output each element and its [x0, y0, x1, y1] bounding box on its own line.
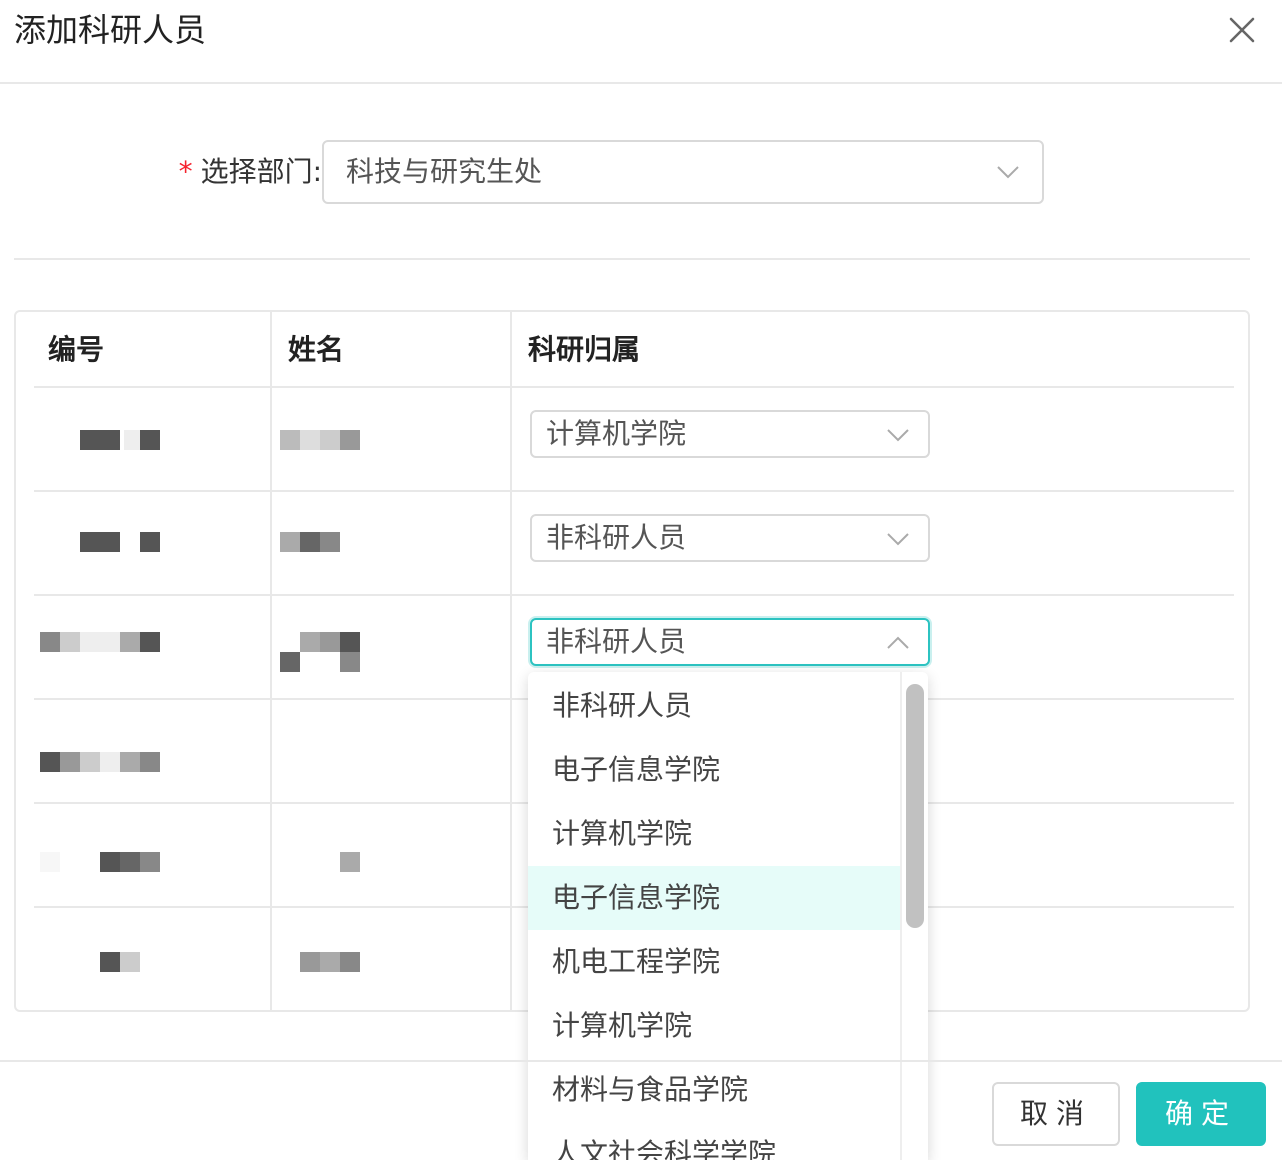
dialog-title: 添加科研人员 [14, 11, 207, 49]
close-icon[interactable] [1224, 12, 1260, 48]
row-divider [34, 386, 1234, 388]
affiliation-select-open[interactable]: 非科研人员 [530, 618, 930, 666]
affiliation-select[interactable]: 非科研人员 [530, 514, 930, 562]
dropdown-option-highlighted[interactable]: 电子信息学院 [528, 866, 900, 930]
dropdown-option[interactable]: 电子信息学院 [528, 738, 900, 802]
dept-label-text: 选择部门: [200, 155, 322, 188]
dept-select-value: 科技与研究生处 [346, 155, 543, 188]
dropdown-option[interactable]: 机电工程学院 [528, 930, 900, 994]
chevron-down-icon [887, 429, 909, 442]
footer-divider [0, 1060, 1282, 1062]
dept-label: * 选择部门: [179, 140, 322, 204]
header-affiliation: 科研归属 [528, 333, 641, 366]
chevron-up-icon [887, 636, 909, 649]
dropdown-option[interactable]: 材料与食品学院 [528, 1058, 900, 1122]
affiliation-select-value: 非科研人员 [546, 625, 687, 658]
dept-form-row: * 选择部门: 科技与研究生处 [0, 140, 1282, 204]
confirm-button[interactable]: 确定 [1136, 1082, 1266, 1146]
cancel-button[interactable]: 取消 [992, 1082, 1120, 1146]
row-divider [34, 490, 1234, 492]
header-id: 编号 [48, 333, 105, 366]
required-mark: * [178, 155, 193, 188]
dialog-header: 添加科研人员 [0, 0, 1282, 84]
affiliation-select[interactable]: 计算机学院 [530, 410, 930, 458]
dropdown-option[interactable]: 计算机学院 [528, 994, 900, 1058]
chevron-down-icon [887, 533, 909, 546]
affiliation-select-value: 非科研人员 [546, 521, 687, 554]
header-name: 姓名 [288, 333, 345, 366]
chevron-down-icon [997, 166, 1019, 179]
dropdown-option[interactable]: 计算机学院 [528, 802, 900, 866]
dropdown-scroll-track [900, 672, 902, 1160]
dropdown-scrollbar[interactable] [906, 684, 924, 928]
affiliation-dropdown: 非科研人员 电子信息学院 计算机学院 电子信息学院 机电工程学院 计算机学院 材… [528, 672, 928, 1160]
dept-select[interactable]: 科技与研究生处 [322, 140, 1044, 204]
section-divider [14, 258, 1250, 260]
affiliation-select-value: 计算机学院 [546, 417, 687, 450]
dropdown-option[interactable]: 人文社会科学学院 [528, 1122, 900, 1160]
dropdown-option[interactable]: 非科研人员 [528, 674, 900, 738]
row-divider [34, 594, 1234, 596]
